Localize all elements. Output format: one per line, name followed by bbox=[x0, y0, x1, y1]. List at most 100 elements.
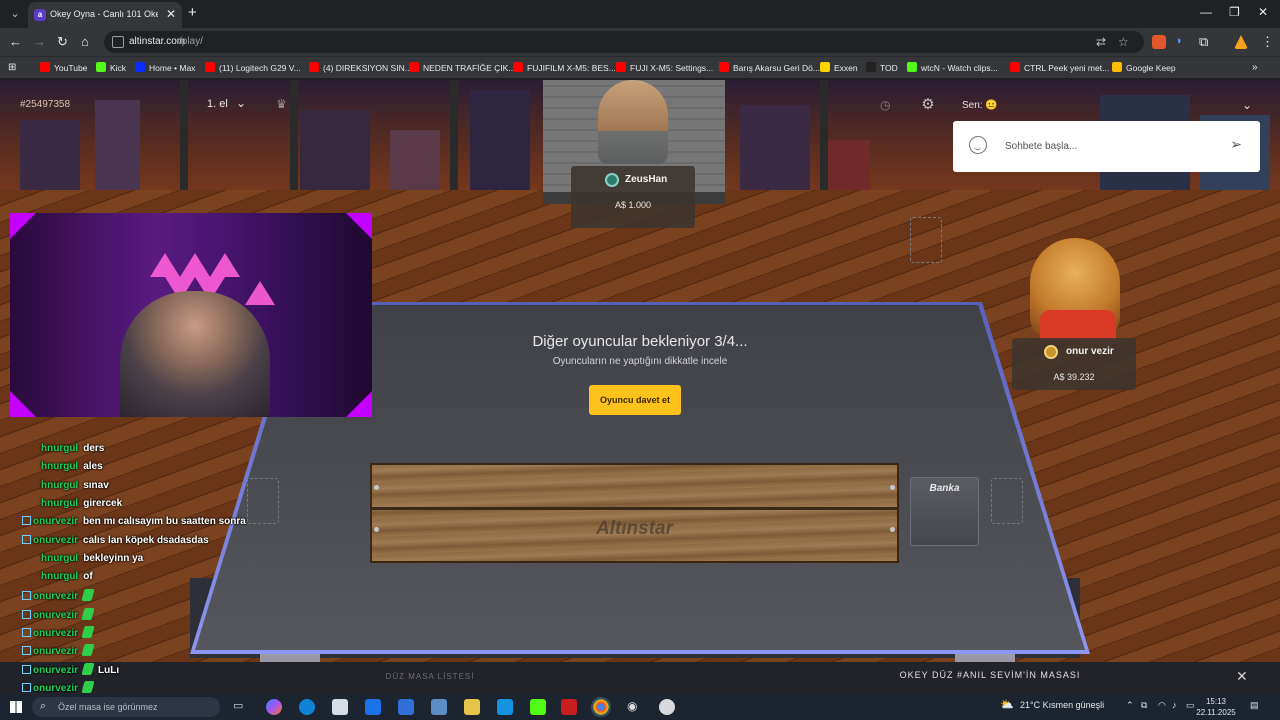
bookmark-item[interactable]: YouTube bbox=[40, 62, 87, 76]
rack-bolt bbox=[374, 485, 379, 490]
player-card-top[interactable]: ZeusHan A$ 1.000 bbox=[571, 166, 695, 228]
outlook-icon[interactable] bbox=[365, 699, 381, 715]
settings-gear-icon[interactable]: ⚙ bbox=[917, 95, 939, 117]
chevron-down-icon[interactable]: ⌄ bbox=[236, 96, 246, 110]
reload-icon[interactable]: ↻ bbox=[57, 34, 68, 50]
computer-icon[interactable] bbox=[431, 699, 447, 715]
bookmark-item[interactable]: Exxen bbox=[820, 62, 858, 76]
youtube-icon bbox=[205, 62, 215, 72]
headset-icon[interactable]: ◠ bbox=[1158, 700, 1166, 711]
table-list-link[interactable]: DÜZ MASA LİSTESİ bbox=[360, 672, 500, 681]
bookmark-item[interactable]: NEDEN TRAFİĞE ÇIK... bbox=[409, 62, 515, 76]
windows-start-icon[interactable] bbox=[10, 701, 22, 713]
bookmark-star-icon[interactable]: ☆ bbox=[1118, 35, 1129, 49]
game-chat-header[interactable]: Sen: 😐 ⌄ bbox=[953, 93, 1260, 119]
player-card-right[interactable]: onur vezir A$ 39.232 bbox=[1012, 338, 1136, 390]
send-icon[interactable]: ➢ bbox=[1230, 136, 1242, 153]
url-host: altinstar.com bbox=[129, 36, 186, 47]
site-favicon-icon: a bbox=[34, 9, 46, 21]
restore-window-icon[interactable]: ❐ bbox=[1229, 5, 1240, 19]
empty-tile-slot[interactable] bbox=[910, 217, 942, 263]
chat-input[interactable] bbox=[1005, 133, 1225, 159]
bookmark-item[interactable]: (11) Logitech G29 V... bbox=[205, 62, 301, 76]
bookmark-item[interactable]: Kick bbox=[96, 62, 126, 76]
task-view-icon[interactable]: ▭ bbox=[233, 699, 249, 715]
taskbar-search[interactable]: ⌕ Özel masa ise görünmez bbox=[32, 697, 220, 717]
chat-username: onurvezir bbox=[33, 609, 79, 621]
kick-app-icon[interactable] bbox=[530, 699, 546, 715]
room-id: #25497358 bbox=[20, 99, 71, 110]
extension-icon[interactable] bbox=[1152, 35, 1166, 49]
browser-tab[interactable]: a Okey Oyna - Canlı 101 Okey ve ✕ bbox=[28, 2, 182, 28]
tod-icon bbox=[866, 62, 876, 72]
close-tab-icon[interactable]: ✕ bbox=[166, 7, 176, 21]
file-explorer-icon[interactable] bbox=[464, 699, 480, 715]
weather-icon[interactable]: ⛅ bbox=[1000, 698, 1014, 711]
chat-emote-icon bbox=[81, 662, 95, 675]
close-window-icon[interactable]: ✕ bbox=[1258, 5, 1268, 19]
tab-search-chevron-icon[interactable]: ⌄ bbox=[6, 5, 24, 23]
tray-chevron-icon[interactable]: ⌃ bbox=[1126, 700, 1134, 711]
bookmark-item[interactable]: FUJI X-M5: Settings... bbox=[616, 62, 713, 76]
new-tab-icon[interactable]: + bbox=[188, 4, 197, 21]
bookmark-label: NEDEN TRAFİĞE ÇIK... bbox=[423, 63, 516, 73]
store-icon[interactable] bbox=[332, 699, 348, 715]
video-editor-icon[interactable] bbox=[561, 699, 577, 715]
streamer-webcam bbox=[10, 213, 372, 417]
chrome-icon[interactable] bbox=[591, 697, 611, 717]
translate-icon[interactable]: ⇄ bbox=[1096, 35, 1106, 49]
bookmark-label: Exxen bbox=[834, 63, 858, 73]
emoji-icon[interactable] bbox=[969, 136, 987, 154]
chat-badge-icon bbox=[22, 664, 31, 674]
minimize-window-icon[interactable]: — bbox=[1200, 5, 1212, 19]
browser-menu-icon[interactable]: ⋮ bbox=[1261, 34, 1274, 50]
timer-icon: ◷ bbox=[880, 98, 891, 112]
browser-toolbar: ← → ↻ ⌂ altinstar.com /play/ ⇄ ☆ ◗ ⧉ ⋮ bbox=[0, 28, 1280, 56]
notification-icon[interactable]: ▤ bbox=[1250, 700, 1259, 711]
more-bookmarks-icon[interactable]: » bbox=[1252, 62, 1258, 76]
site-info-icon[interactable] bbox=[112, 36, 124, 48]
calculator-icon[interactable] bbox=[398, 699, 414, 715]
media-player-icon[interactable] bbox=[497, 699, 513, 715]
stream-chat-message: hnurgul ders bbox=[41, 443, 104, 460]
bookmark-item[interactable]: CTRL Peek yeni met... bbox=[1010, 62, 1109, 76]
bookmark-item[interactable]: TOD bbox=[866, 62, 898, 76]
audio-extension-icon[interactable]: ◗ bbox=[1176, 35, 1190, 49]
chat-message-text: LuLı bbox=[98, 664, 120, 676]
bookmark-item[interactable]: Home • Max bbox=[135, 62, 195, 76]
bookmark-item[interactable]: Google Keep bbox=[1112, 62, 1176, 76]
triangle-extension-icon[interactable] bbox=[1234, 35, 1248, 49]
copilot-icon[interactable] bbox=[266, 699, 282, 715]
edge-icon[interactable] bbox=[299, 699, 315, 715]
taskbar-clock[interactable]: 15:13 22.11.2025 bbox=[1196, 696, 1236, 718]
close-icon[interactable]: ✕ bbox=[1236, 668, 1248, 685]
bookmark-item[interactable]: wtcN - Watch clips... bbox=[907, 62, 998, 76]
discard-slot-right[interactable] bbox=[991, 478, 1023, 524]
address-bar[interactable]: altinstar.com /play/ ⇄ ☆ bbox=[104, 31, 1144, 53]
bookmark-item[interactable]: Barış Akarsu Geri Dö... bbox=[719, 62, 820, 76]
clock-time: 15:13 bbox=[1205, 697, 1227, 706]
steam-icon[interactable] bbox=[659, 699, 675, 715]
weather-text[interactable]: 21°C Kısmen güneşli bbox=[1020, 700, 1104, 710]
round-selector[interactable]: 1. el bbox=[207, 98, 228, 110]
bookmark-item[interactable]: FUJIFILM X-M5: BES... bbox=[513, 62, 616, 76]
windows-taskbar: ⌕ Özel masa ise görünmez ▭ ◉ ⛅ 21°C Kısm… bbox=[0, 694, 1280, 720]
bookmark-item[interactable]: (4) DIREKSIYON SIN... bbox=[309, 62, 412, 76]
extensions-puzzle-icon[interactable]: ⧉ bbox=[1199, 34, 1208, 50]
apps-grid-icon[interactable]: ⊞ bbox=[8, 62, 16, 76]
obs-icon[interactable]: ◉ bbox=[627, 699, 643, 715]
trophy-icon[interactable]: ♛ bbox=[276, 97, 287, 111]
home-icon[interactable]: ⌂ bbox=[81, 34, 89, 49]
bookmarks-bar: ⊞ YouTube Kick Home • Max (11) Logitech … bbox=[0, 56, 1280, 78]
forward-arrow-icon[interactable]: → bbox=[33, 34, 46, 49]
tray-app-icon[interactable]: ⧉ bbox=[1141, 700, 1147, 711]
network-icon[interactable]: ▭ bbox=[1186, 700, 1195, 711]
building bbox=[20, 120, 80, 200]
invite-player-button[interactable]: Oyuncu davet et bbox=[589, 385, 681, 415]
chat-username: hnurgul bbox=[41, 571, 79, 583]
microphone-icon[interactable]: ♪ bbox=[1172, 700, 1177, 710]
chevron-down-icon[interactable]: ⌄ bbox=[1242, 98, 1252, 112]
bank-tile-pile[interactable]: Banka bbox=[910, 477, 979, 546]
tile-rack[interactable]: Altınstar bbox=[370, 463, 899, 563]
back-arrow-icon[interactable]: ← bbox=[9, 34, 22, 49]
